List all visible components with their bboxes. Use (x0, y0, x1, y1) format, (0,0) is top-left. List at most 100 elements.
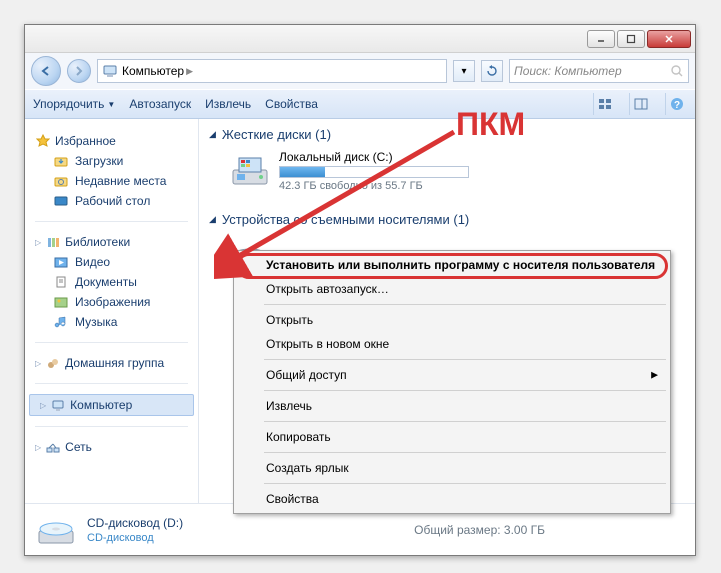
expand-icon: ▷ (40, 401, 46, 410)
close-button[interactable] (647, 30, 691, 48)
sidebar-divider (35, 221, 188, 222)
sidebar-item-music[interactable]: Музыка (25, 312, 198, 332)
context-menu: Установить или выполнить программу с нос… (233, 250, 671, 514)
sidebar-label: Избранное (55, 134, 116, 148)
properties-button[interactable]: Свойства (265, 97, 318, 111)
menu-item-copy[interactable]: Копировать (236, 425, 668, 449)
minimize-icon (596, 34, 606, 44)
search-box[interactable]: Поиск: Компьютер (509, 59, 689, 83)
folder-icon (53, 153, 69, 169)
sidebar-divider (35, 426, 188, 427)
menu-separator (264, 421, 666, 422)
menu-item-properties[interactable]: Свойства (236, 487, 668, 511)
pictures-icon (53, 294, 69, 310)
sidebar-divider (35, 383, 188, 384)
search-icon (670, 64, 684, 78)
sidebar-libraries: ▷Библиотеки Видео Документы Изображения … (25, 232, 198, 332)
chevron-right-icon: ▶ (186, 66, 193, 77)
chevron-down-icon: ▼ (107, 100, 115, 109)
sidebar-divider (35, 342, 188, 343)
command-bar: Упорядочить ▼ Автозапуск Извлечь Свойств… (25, 89, 695, 119)
menu-item-label: Открыть автозапуск… (266, 282, 389, 296)
sidebar-item-label: Загрузки (75, 154, 123, 168)
help-icon: ? (670, 97, 684, 111)
menu-item-create-shortcut[interactable]: Создать ярлык (236, 456, 668, 480)
music-icon (53, 314, 69, 330)
recent-icon (53, 173, 69, 189)
menu-item-share[interactable]: Общий доступ▶ (236, 363, 668, 387)
video-icon (53, 254, 69, 270)
sidebar-header-libraries[interactable]: ▷ Библиотеки (25, 232, 198, 252)
arrow-left-icon (39, 64, 53, 78)
sidebar-label: Компьютер (70, 398, 132, 412)
details-total: Общий размер: 3.00 ГБ (414, 523, 545, 537)
refresh-button[interactable] (481, 60, 503, 82)
svg-text:?: ? (673, 100, 679, 111)
sidebar-computer: ▷ Компьютер (25, 394, 198, 416)
view-icon (598, 97, 612, 111)
menu-item-open[interactable]: Открыть (236, 308, 668, 332)
computer-icon (50, 397, 66, 413)
menu-item-label: Создать ярлык (266, 461, 349, 475)
eject-label: Извлечь (205, 97, 251, 111)
expand-icon: ▷ (35, 238, 41, 247)
menu-separator (264, 390, 666, 391)
sidebar-item-documents[interactable]: Документы (25, 272, 198, 292)
menu-separator (264, 483, 666, 484)
address-bar[interactable]: Компьютер ▶ (97, 59, 447, 83)
menu-item-label: Открыть в новом окне (266, 337, 389, 351)
menu-separator (264, 304, 666, 305)
preview-pane-button[interactable] (629, 93, 651, 115)
sidebar-item-desktop[interactable]: Рабочий стол (25, 191, 198, 211)
sidebar-item-videos[interactable]: Видео (25, 252, 198, 272)
autoplay-label: Автозапуск (129, 97, 191, 111)
autoplay-button[interactable]: Автозапуск (129, 97, 191, 111)
sidebar-item-label: Изображения (75, 295, 150, 309)
menu-item-open-autoplay[interactable]: Открыть автозапуск… (236, 277, 668, 301)
sidebar-item-label: Музыка (75, 315, 117, 329)
view-button[interactable] (593, 93, 615, 115)
nav-back-button[interactable] (31, 56, 61, 86)
organize-button[interactable]: Упорядочить ▼ (33, 97, 115, 111)
menu-item-label: Копировать (266, 430, 331, 444)
address-history-button[interactable]: ▾ (453, 60, 475, 82)
sidebar-label: Библиотеки (65, 235, 130, 249)
annotation-label: ПКМ (456, 106, 525, 143)
arrow-right-icon (73, 65, 85, 77)
documents-icon (53, 274, 69, 290)
maximize-button[interactable] (617, 30, 645, 48)
sidebar-header-computer[interactable]: ▷ Компьютер (29, 394, 194, 416)
menu-item-open-new-window[interactable]: Открыть в новом окне (236, 332, 668, 356)
sidebar-header-favorites[interactable]: Избранное (25, 131, 198, 151)
help-button[interactable]: ? (665, 93, 687, 115)
titlebar (25, 25, 695, 53)
search-placeholder: Поиск: Компьютер (514, 64, 622, 78)
organize-label: Упорядочить (33, 97, 104, 111)
eject-button[interactable]: Извлечь (205, 97, 251, 111)
sidebar-item-downloads[interactable]: Загрузки (25, 151, 198, 171)
details-type: CD-дисковод (87, 532, 183, 544)
sidebar-item-label: Рабочий стол (75, 194, 150, 208)
annotation-arrow (214, 120, 494, 280)
network-icon (45, 439, 61, 455)
sidebar-label: Сеть (65, 440, 92, 454)
minimize-button[interactable] (587, 30, 615, 48)
sidebar-header-network[interactable]: ▷Сеть (25, 437, 198, 457)
sidebar-item-label: Видео (75, 255, 110, 269)
sidebar-header-homegroup[interactable]: ▷Домашняя группа (25, 353, 198, 373)
star-icon (35, 133, 51, 149)
computer-icon (102, 63, 118, 79)
sidebar-item-recent[interactable]: Недавние места (25, 171, 198, 191)
breadcrumb-computer[interactable]: Компьютер ▶ (122, 64, 193, 78)
submenu-arrow-icon: ▶ (651, 370, 658, 381)
address-row: Компьютер ▶ ▾ Поиск: Компьютер (25, 53, 695, 89)
nav-forward-button[interactable] (67, 59, 91, 83)
navigation-pane: Избранное Загрузки Недавние места Рабочи… (25, 119, 199, 503)
sidebar-item-pictures[interactable]: Изображения (25, 292, 198, 312)
sidebar-favorites: Избранное Загрузки Недавние места Рабочи… (25, 131, 198, 211)
menu-item-eject[interactable]: Извлечь (236, 394, 668, 418)
sidebar-network: ▷Сеть (25, 437, 198, 457)
menu-separator (264, 359, 666, 360)
details-name: CD-дисковод (D:) (87, 516, 183, 530)
sidebar-homegroup: ▷Домашняя группа (25, 353, 198, 373)
